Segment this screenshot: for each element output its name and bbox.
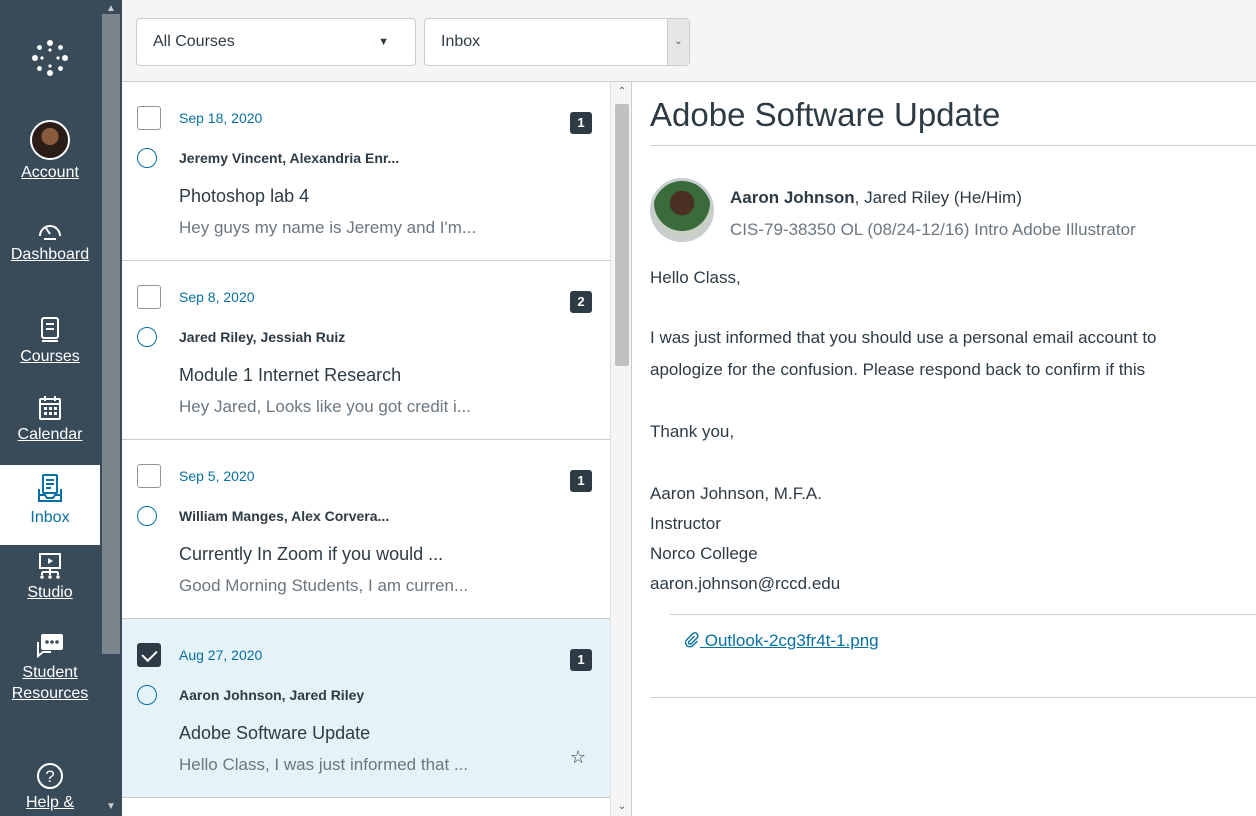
body-line: I was just informed that you should use … [650, 328, 1157, 347]
read-status-toggle[interactable] [137, 148, 157, 168]
course-filter-select[interactable]: All Courses ▼ [136, 18, 416, 66]
mailbox-filter-value: Inbox [441, 33, 481, 50]
read-status-toggle[interactable] [137, 685, 157, 705]
message-participants: William Manges, Alex Corvera... [179, 508, 390, 524]
message-count-badge: 1 [570, 112, 592, 134]
author-name[interactable]: Aaron Johnson [730, 188, 855, 207]
chevron-down-icon[interactable]: ⌄ [667, 19, 689, 65]
message-title: Adobe Software Update [650, 96, 1001, 133]
select-checkbox[interactable] [137, 464, 161, 488]
message-participants: Jared Riley, Jessiah Ruiz [179, 329, 346, 345]
select-checkbox[interactable] [137, 106, 161, 130]
nav-inbox-label: Inbox [30, 509, 70, 526]
mailbox-filter-select[interactable]: Inbox ⌄ [424, 18, 690, 66]
nav-help[interactable]: ? Help & [0, 762, 100, 813]
message-subject: Currently In Zoom if you would ... [179, 544, 444, 564]
course-context: CIS-79-38350 OL (08/24-12/16) Intro Adob… [730, 220, 1136, 239]
list-item-selected[interactable]: Aug 27, 2020 1 Aaron Johnson, Jared Rile… [122, 619, 610, 798]
body-line: apologize for the confusion. Please resp… [650, 360, 1146, 379]
nav-scroll-thumb[interactable] [102, 14, 120, 654]
message-preview: Good Morning Students, I am curren... [179, 576, 469, 595]
read-status-toggle[interactable] [137, 327, 157, 347]
message-date: Aug 27, 2020 [179, 647, 263, 663]
body-line: Hello Class, [650, 268, 741, 287]
caret-down-icon: ▼ [378, 36, 389, 48]
inbox-toolbar: All Courses ▼ Inbox ⌄ [122, 0, 1256, 82]
author-avatar [650, 178, 714, 242]
attachment-link[interactable]: Outlook-2cg3fr4t-1.png [684, 631, 879, 651]
message-count-badge: 1 [570, 470, 592, 492]
nav-inbox[interactable]: Inbox [0, 465, 100, 545]
message-subject: Module 1 Internet Research [179, 365, 402, 385]
nav-scrollbar[interactable]: ▲ ▼ [100, 0, 122, 816]
star-icon[interactable]: ☆ [570, 747, 586, 768]
message-count-badge: 2 [570, 291, 592, 313]
canvas-inbox-app: Account Dashboard Courses Calendar Inbox… [0, 0, 1256, 816]
nav-courses[interactable]: Courses [0, 316, 100, 367]
message-preview: Hello Class, I was just informed that ..… [179, 755, 469, 774]
scroll-down-icon[interactable]: ⌄ [614, 800, 630, 814]
nav-courses-label: Courses [20, 348, 80, 365]
nav-studio-label: Studio [27, 584, 73, 601]
message-detail: Adobe Software Update Aaron Johnson, Jar… [632, 82, 1256, 816]
signature-line: aaron.johnson@rccd.edu [650, 574, 841, 593]
recipients: , Jared Riley (He/Him) [854, 188, 1022, 207]
help-icon: ? [37, 763, 63, 789]
message-date: Sep 8, 2020 [179, 289, 255, 305]
signature-line: Norco College [650, 544, 758, 563]
scroll-down-icon[interactable]: ▼ [103, 800, 119, 814]
list-item[interactable]: Sep 18, 2020 1 Jeremy Vincent, Alexandri… [122, 82, 610, 261]
message-list-scrollbar[interactable]: ⌃ ⌄ [610, 82, 632, 816]
message-participants: Jeremy Vincent, Alexandria Enr... [179, 150, 400, 166]
courses-icon [41, 317, 59, 342]
message-subject: Photoshop lab 4 [179, 186, 310, 206]
nav-account-label: Account [21, 164, 79, 181]
select-checkbox[interactable] [137, 643, 161, 667]
course-filter-value: All Courses [153, 33, 235, 50]
attachments: Outlook-2cg3fr4t-1.png [670, 614, 1256, 698]
inbox-icon [38, 474, 62, 502]
read-status-toggle[interactable] [137, 506, 157, 526]
scroll-up-icon[interactable]: ⌃ [614, 85, 630, 99]
message-date: Sep 5, 2020 [179, 468, 255, 484]
select-checkbox[interactable] [137, 285, 161, 309]
nav-account[interactable]: Account [0, 120, 100, 183]
message-header: Aaron Johnson, Jared Riley (He/Him) [730, 188, 1022, 208]
nav-student-resources[interactable]: Student Resources [0, 632, 100, 704]
dashboard-icon [39, 225, 61, 240]
message-preview: Hey guys my name is Jeremy and I'm... [179, 218, 477, 237]
signature-line: Aaron Johnson, M.F.A. [650, 484, 822, 503]
list-scroll-thumb[interactable] [615, 104, 629, 366]
message-participants: Aaron Johnson, Jared Riley [179, 687, 365, 703]
nav-calendar[interactable]: Calendar [0, 394, 100, 445]
nav-dashboard-label: Dashboard [10, 246, 90, 263]
avatar [30, 120, 70, 160]
nav-dashboard[interactable]: Dashboard [0, 218, 100, 265]
studio-icon [39, 553, 61, 579]
canvas-logo-icon[interactable] [28, 36, 72, 80]
message-preview: Hey Jared, Looks like you got credit i..… [179, 397, 471, 416]
list-item[interactable]: Sep 8, 2020 2 Jared Riley, Jessiah Ruiz … [122, 261, 610, 440]
divider [650, 697, 1256, 698]
calendar-icon [39, 396, 61, 420]
message-count-badge: 1 [570, 649, 592, 671]
global-nav: Account Dashboard Courses Calendar Inbox… [0, 0, 100, 816]
divider [650, 145, 1256, 146]
paperclip-icon [684, 632, 699, 648]
signature-line: Instructor [650, 514, 721, 533]
message-subject: Adobe Software Update [179, 723, 371, 743]
body-line: Thank you, [650, 422, 735, 441]
svg-text:?: ? [45, 767, 54, 786]
student-resources-icon [37, 634, 63, 659]
attachment-name: Outlook-2cg3fr4t-1.png [700, 631, 879, 650]
nav-calendar-label: Calendar [17, 426, 83, 443]
nav-studio[interactable]: Studio [0, 552, 100, 603]
nav-help-label: Help & [25, 794, 75, 811]
message-date: Sep 18, 2020 [179, 110, 263, 126]
message-list: Sep 18, 2020 1 Jeremy Vincent, Alexandri… [122, 82, 610, 816]
nav-student-resources-label: Student Resources [11, 664, 89, 702]
list-item[interactable]: Sep 5, 2020 1 William Manges, Alex Corve… [122, 440, 610, 619]
